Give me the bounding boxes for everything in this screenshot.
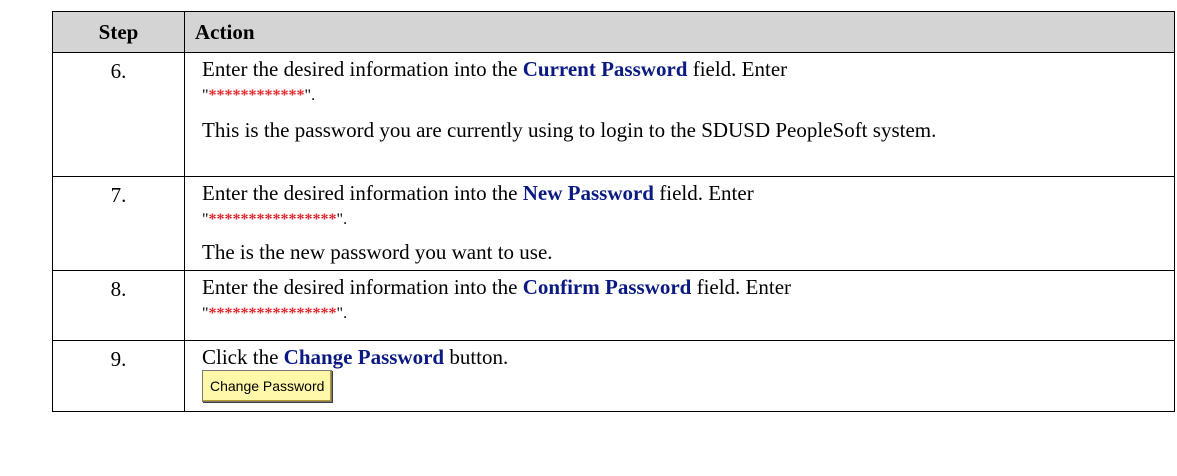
field-name: New Password [522, 181, 654, 205]
step-number: 8. [52, 270, 185, 341]
action-instruction: Enter the desired information into the C… [202, 57, 788, 104]
action-cell: Enter the desired information into the C… [184, 270, 1175, 341]
step-number: 9. [52, 340, 185, 412]
step-number: 7. [52, 176, 185, 271]
action-cell: Enter the desired information into the C… [184, 52, 1175, 177]
table-header-row: Step Action [52, 11, 1175, 53]
action-column-header: Action [184, 11, 1175, 53]
table-row: 8. Enter the desired information into th… [52, 270, 1175, 341]
action-instruction: Click the Change Password button. Change… [185, 341, 1174, 411]
action-note: The is the new password you want to use. [202, 240, 553, 264]
table-row: 6. Enter the desired information into th… [52, 52, 1175, 177]
step-column-header: Step [52, 11, 185, 53]
step-number: 6. [52, 52, 185, 177]
masked-value: **************** [208, 211, 337, 228]
field-name: Change Password [283, 345, 445, 369]
field-name: Current Password [522, 57, 688, 81]
masked-value: ************ [208, 87, 305, 104]
table-row: 7. Enter the desired information into th… [52, 176, 1175, 271]
masked-value: **************** [208, 305, 337, 322]
action-instruction: Enter the desired information into the N… [202, 181, 754, 228]
field-name: Confirm Password [522, 275, 692, 299]
action-instruction: Enter the desired information into the C… [202, 275, 792, 322]
action-cell: Click the Change Password button. Change… [184, 340, 1175, 412]
table-row: 9. Click the Change Password button. Cha… [52, 340, 1175, 412]
instruction-table: Step Action 6. Enter the desired informa… [52, 11, 1175, 412]
action-note: This is the password you are currently u… [202, 118, 937, 142]
action-cell: Enter the desired information into the N… [184, 176, 1175, 271]
change-password-button[interactable]: Change Password [202, 370, 333, 402]
